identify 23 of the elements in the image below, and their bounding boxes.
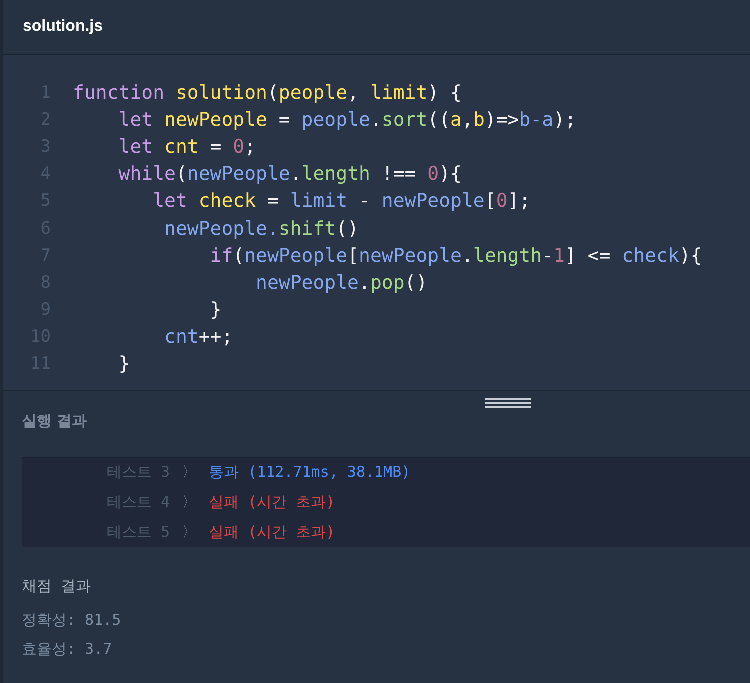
test-result: 실패 (시간 초과) [209,523,336,542]
code-line: function solution(people, limit) { [73,82,462,104]
score-text: 정확성: 81.5 [22,611,122,630]
test-result: 통과 (112.71ms, 38.1MB) [209,463,411,482]
chevron-icon: 〉 [182,493,198,512]
grading-title: 채점 결과 [22,577,92,596]
code-line: newPeople.pop() [255,272,428,294]
test-result: 실패 (시간 초과) [209,493,336,512]
code-line: let cnt = 0; [118,136,256,158]
chevron-icon: 〉 [182,523,198,542]
resize-handle-icon[interactable] [485,396,531,410]
score-text: 효율성: 3.7 [22,640,114,659]
code-line: } [118,353,130,376]
code-line: cnt++; [164,326,234,348]
code-line: } [209,299,222,322]
file-title: solution.js [23,18,103,36]
results-title: 실행 결과 [22,412,88,431]
code-line: let newPeople = people.sort((a,b)=>b-a); [118,108,576,131]
code-line: let check = limit - newPeople[0]; [152,190,531,212]
code-line: while(newPeople.length !== 0){ [118,163,462,186]
chevron-icon: 〉 [182,463,198,482]
code-line: if(newPeople[newPeople.length-1] <= check){ [209,244,702,267]
code-line: newPeople.shift() [164,218,359,240]
